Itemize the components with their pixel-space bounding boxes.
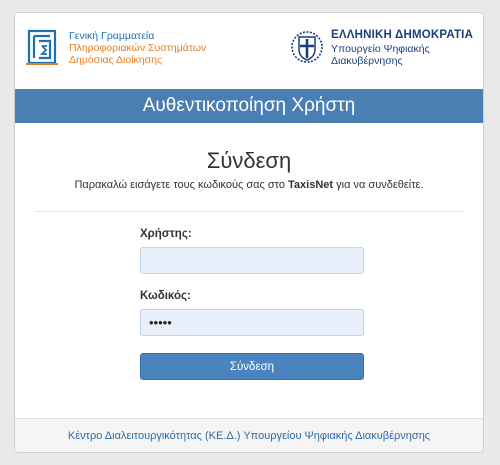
login-button[interactable]: Σύνδεση [140, 353, 364, 380]
username-input[interactable] [140, 247, 364, 274]
gsis-line-2: Πληροφοριακών Συστημάτων [69, 42, 207, 54]
subtitle-text-end: για να συνδεθείτε. [333, 179, 424, 191]
gsis-logo-icon [26, 29, 58, 65]
password-input[interactable] [140, 309, 364, 336]
government-line-3: Διακυβέρνησης [331, 55, 403, 67]
subtitle-text-start: Παρακαλώ εισάγετε τους κωδικούς σας στο [74, 179, 289, 191]
gsis-name: Γενική Γραμματεία Πληροφοριακών Συστημάτ… [69, 30, 206, 66]
username-label: Χρήστης: [140, 228, 192, 240]
greek-emblem-icon [291, 31, 323, 63]
login-title: Σύνδεση [206, 148, 292, 173]
password-label: Κωδικός: [140, 290, 191, 302]
footer-link[interactable]: Κέντρο Διαλειτουργικότητας (ΚΕ.Δ.) Υπουρ… [68, 430, 430, 442]
divider [35, 211, 465, 212]
login-card: Γενική Γραμματεία Πληροφοριακών Συστημάτ… [14, 12, 484, 453]
logo-bar: Γενική Γραμματεία Πληροφοριακών Συστημάτ… [15, 13, 483, 88]
government-line-2: Υπουργείο Ψηφιακής [331, 43, 430, 55]
government-line-1: ΕΛΛΗΝΙΚΗ ΔΗΜΟΚΡΑΤΙΑ [331, 29, 474, 41]
page-header: Αυθεντικοποίηση Χρήστη [15, 89, 483, 123]
government-name: ΕΛΛΗΝΙΚΗ ΔΗΜΟΚΡΑΤΙΑ Υπουργείο Ψηφιακής Δ… [331, 29, 473, 67]
gsis-line-3: Δημόσιας Διοίκησης [69, 54, 163, 66]
subtitle-brand: TaxisNet [288, 179, 334, 191]
login-subtitle: Παρακαλώ εισάγετε τους κωδικούς σας στο … [15, 179, 483, 191]
footer: Κέντρο Διαλειτουργικότητας (ΚΕ.Δ.) Υπουρ… [15, 418, 483, 452]
gsis-line-1: Γενική Γραμματεία [69, 30, 155, 42]
